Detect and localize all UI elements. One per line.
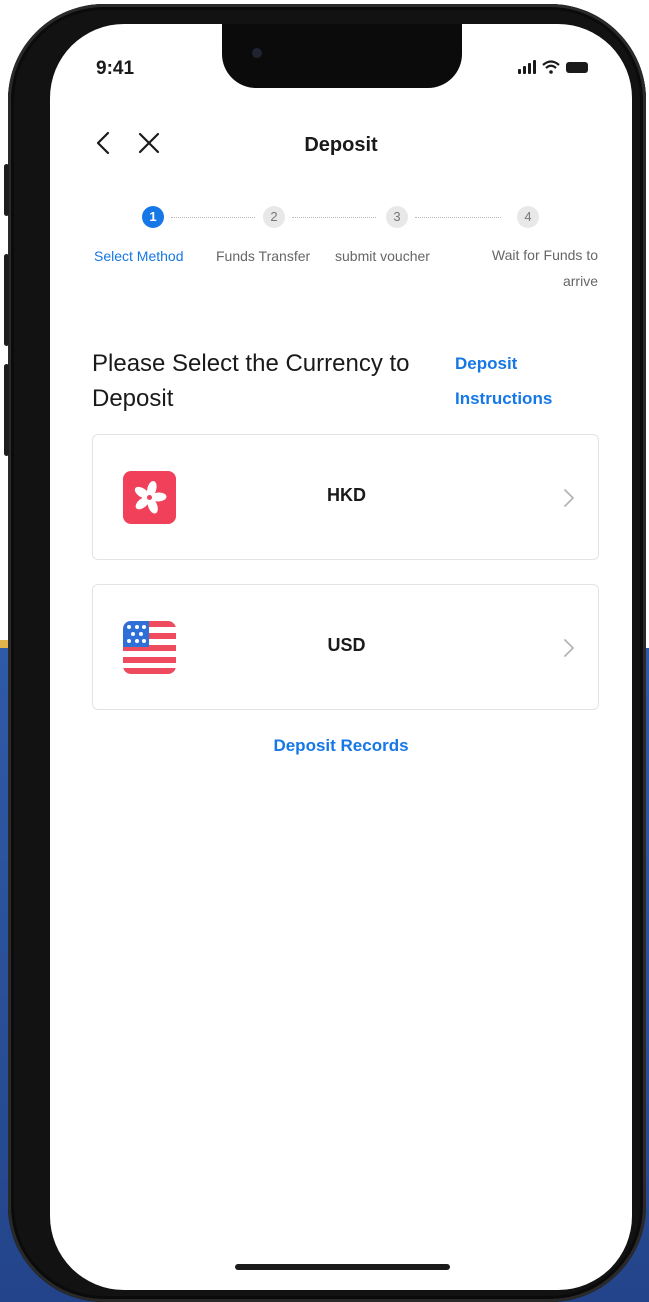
currency-code-hkd: HKD [327, 485, 366, 505]
cellular-signal-icon [518, 60, 536, 74]
step-2-indicator: 2 [263, 206, 285, 228]
currency-option-usd[interactable]: USD [92, 584, 599, 710]
status-icons [518, 60, 588, 74]
step-1-indicator: 1 [142, 206, 164, 228]
mute-switch [4, 164, 9, 216]
volume-up-button [4, 254, 9, 346]
front-camera [252, 48, 262, 58]
page-title: Deposit [304, 134, 378, 156]
deposit-records-link[interactable]: Deposit Records [50, 736, 632, 756]
step-3-label: submit voucher [335, 248, 430, 264]
step-1-label: Select Method [94, 248, 184, 264]
phone-frame: 9:41 Deposit 1 2 3 4 Select Method Funds… [4, 4, 646, 1302]
currency-code-usd: USD [327, 635, 366, 655]
currency-option-hkd[interactable]: HKD [92, 434, 599, 560]
deposit-instructions-link[interactable]: Deposit Instructions [455, 346, 585, 416]
step-connector [292, 217, 376, 218]
volume-down-button [4, 364, 9, 456]
currency-heading: Please Select the Currency to Deposit [92, 350, 410, 412]
chevron-right-icon [564, 639, 574, 657]
step-4-label: Wait for Funds to arrive [491, 247, 598, 289]
home-indicator[interactable] [235, 1264, 450, 1270]
wifi-icon [542, 60, 560, 74]
step-2-label: Funds Transfer [216, 248, 311, 264]
phone-screen: 9:41 Deposit 1 2 3 4 Select Method Funds… [50, 24, 632, 1290]
chevron-right-icon [564, 489, 574, 507]
status-time: 9:41 [96, 58, 135, 79]
notch [222, 24, 462, 88]
battery-icon [566, 62, 588, 73]
step-connector [171, 217, 255, 218]
step-connector [415, 217, 501, 218]
step-3-indicator: 3 [386, 206, 408, 228]
step-4-indicator: 4 [517, 206, 539, 228]
